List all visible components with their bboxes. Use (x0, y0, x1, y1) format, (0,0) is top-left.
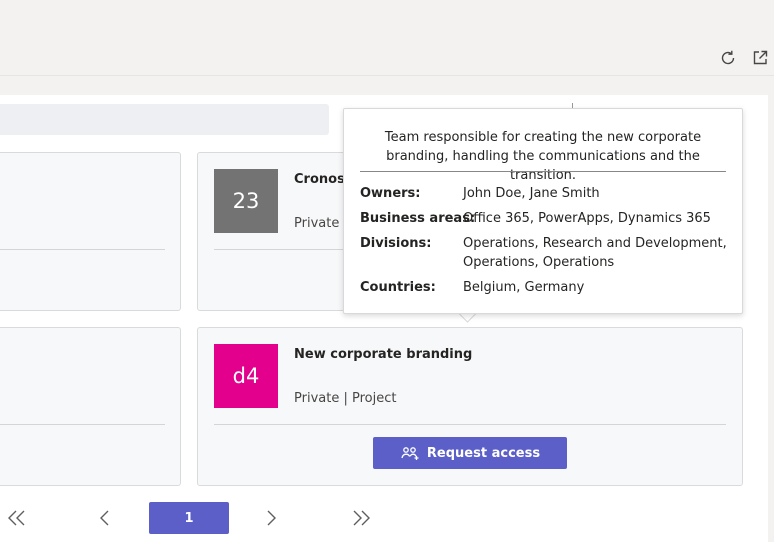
last-page-icon[interactable] (351, 506, 371, 530)
next-page-icon[interactable] (266, 506, 278, 530)
business-areas-label: Business areas: (360, 211, 476, 226)
team-card[interactable] (0, 152, 181, 311)
page-button-current[interactable]: 1 (149, 502, 229, 534)
card-divider (214, 424, 726, 425)
card-divider (0, 424, 165, 425)
business-areas-value: Office 365, PowerApps, Dynamics 365 (463, 211, 711, 226)
team-tile: 23 (214, 169, 278, 233)
divisions-value: Operations, Research and Development, Op… (463, 236, 727, 270)
tooltip-divider (360, 171, 726, 172)
people-add-icon (400, 445, 420, 461)
search-input[interactable] (0, 104, 329, 135)
team-meta: Private | (294, 216, 348, 231)
request-access-label: Request access (426, 445, 541, 461)
top-bar (0, 0, 774, 76)
team-card[interactable] (0, 327, 181, 486)
owners-label: Owners: (360, 186, 421, 201)
team-meta: Private | Project (294, 391, 397, 406)
countries-value: Belgium, Germany (463, 280, 585, 295)
card-divider (0, 249, 165, 250)
countries-label: Countries: (360, 280, 436, 295)
previous-page-icon[interactable] (98, 506, 110, 530)
team-title: New corporate branding (294, 347, 473, 362)
divisions-label: Divisions: (360, 236, 432, 251)
team-title: Cronos (294, 172, 345, 187)
team-info-tooltip: Team responsible for creating the new co… (343, 108, 743, 314)
request-access-button[interactable]: Request access (373, 437, 567, 469)
first-page-icon[interactable] (7, 506, 27, 530)
team-tile: d4 (214, 344, 278, 408)
owners-value: John Doe, Jane Smith (463, 186, 600, 201)
team-description: Team responsible for creating the new co… (384, 130, 702, 183)
top-bar-divider (0, 75, 774, 76)
refresh-icon[interactable] (718, 48, 738, 68)
popout-icon[interactable] (750, 48, 770, 68)
